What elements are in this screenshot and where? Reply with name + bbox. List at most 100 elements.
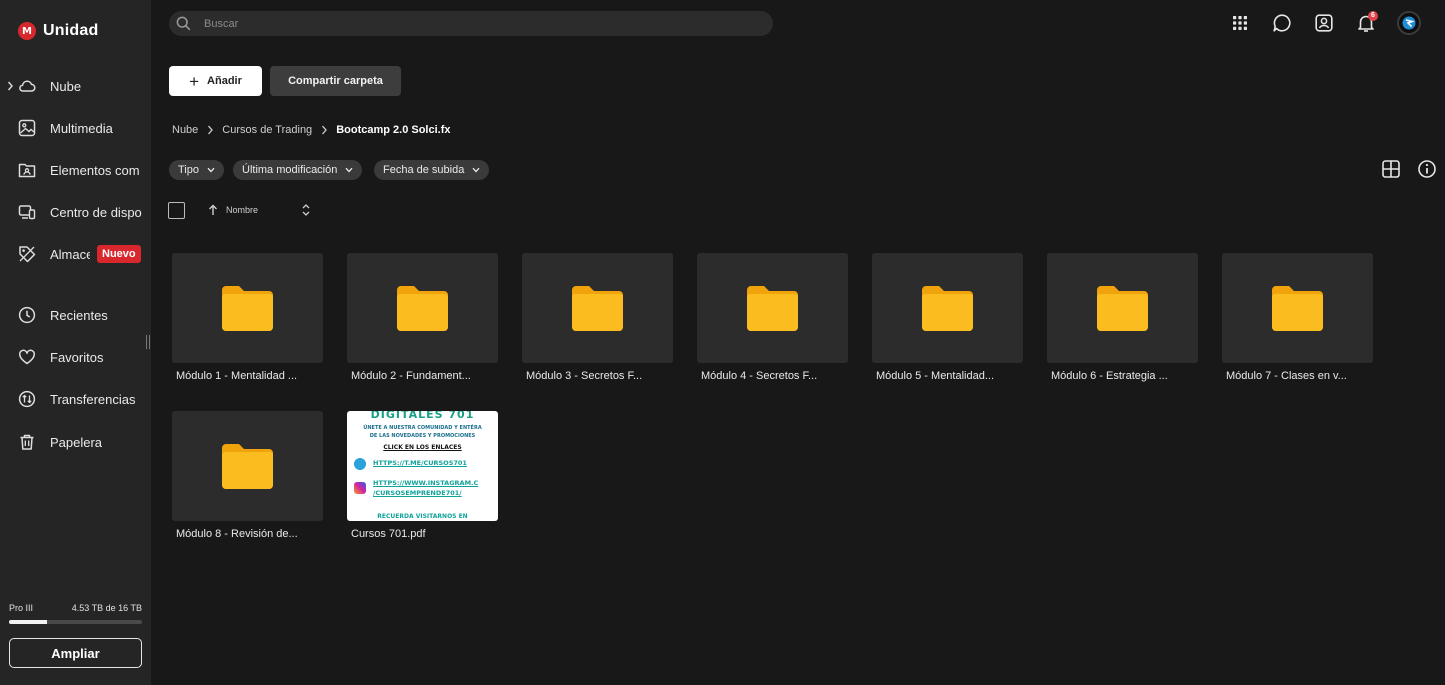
folder-item[interactable]: Módulo 8 - Revisión de...	[172, 411, 323, 540]
telegram-icon	[354, 458, 366, 470]
chevron-right-icon	[198, 124, 222, 136]
file-name: Módulo 8 - Revisión de...	[176, 528, 298, 540]
sidebar-resize-handle[interactable]	[145, 334, 151, 350]
folder-icon	[397, 286, 448, 331]
filter-label: Última modificación	[242, 164, 338, 176]
folder-item[interactable]: Módulo 3 - Secretos F...	[522, 253, 673, 382]
folder-item[interactable]: Módulo 5 - Mentalidad...	[872, 253, 1023, 382]
devices-icon	[18, 205, 36, 220]
pdf-preview-text: ÚNETE A NUESTRA COMUNIDAD Y ENTÉRA	[363, 425, 482, 431]
folder-icon	[572, 286, 623, 331]
file-name: Módulo 6 - Estrategia ...	[1051, 370, 1168, 382]
avatar-image-icon	[1402, 16, 1416, 30]
clock-icon	[18, 306, 36, 324]
breadcrumb-item-root[interactable]: Nube	[172, 124, 198, 136]
folder-item[interactable]: Módulo 4 - Secretos F...	[697, 253, 848, 382]
plus-icon: +	[189, 71, 200, 91]
search-icon	[176, 16, 191, 31]
chat-icon[interactable]	[1272, 13, 1292, 33]
breadcrumb: Nube Cursos de Trading Bootcamp 2.0 Solc…	[172, 124, 451, 136]
pdf-preview-text: DE LAS NOVEDADES Y PROMOCIONES	[369, 433, 476, 439]
info-icon[interactable]	[1417, 159, 1437, 179]
apps-grid-icon[interactable]	[1230, 13, 1250, 33]
sidebar-item-favorites[interactable]: Favoritos	[0, 340, 151, 374]
folder-icon	[922, 286, 973, 331]
filter-type[interactable]: Tipo	[169, 160, 224, 180]
file-name: Módulo 7 - Clases en v...	[1226, 370, 1347, 382]
folder-item[interactable]: Módulo 7 - Clases en v...	[1222, 253, 1373, 382]
heart-icon	[19, 349, 35, 365]
sidebar-item-storage-new[interactable]: Almace Nuevo	[0, 237, 151, 271]
sidebar-item-label: Almace	[50, 246, 90, 262]
filter-label: Tipo	[178, 164, 199, 176]
contacts-icon[interactable]	[1314, 13, 1334, 33]
logo[interactable]: M Unidad	[18, 22, 98, 40]
folder-thumbnail	[1047, 253, 1198, 363]
app-title: Unidad	[43, 22, 99, 39]
file-name: Módulo 3 - Secretos F...	[526, 370, 643, 382]
file-name: Módulo 2 - Fundament...	[351, 370, 471, 382]
filter-label: Fecha de subida	[383, 164, 465, 176]
sidebar-item-transfers[interactable]: Transferencias	[0, 382, 151, 416]
sidebar-item-multimedia[interactable]: Multimedia	[0, 111, 151, 145]
sidebar-item-label: Centro de dispo	[50, 204, 142, 220]
notification-badge: 6	[1368, 11, 1378, 21]
chevron-down-icon	[472, 167, 480, 173]
app-root: M Unidad Nube Multimedia Elementos com C…	[0, 0, 1445, 685]
file-name: Módulo 4 - Secretos F...	[701, 370, 818, 382]
sidebar-item-devices[interactable]: Centro de dispo	[0, 195, 151, 229]
cloud-icon	[19, 80, 36, 92]
filter-last-modified[interactable]: Última modificación	[233, 160, 363, 180]
folder-thumbnail	[697, 253, 848, 363]
sort-toggle-icon[interactable]	[300, 203, 312, 217]
folder-thumbnail	[872, 253, 1023, 363]
arrow-up-icon[interactable]	[208, 204, 218, 216]
file-name: Cursos 701.pdf	[351, 528, 426, 540]
mega-logo-icon: M	[18, 22, 36, 40]
folder-thumbnail	[1222, 253, 1373, 363]
file-name: Módulo 1 - Mentalidad ...	[176, 370, 298, 382]
breadcrumb-item-parent[interactable]: Cursos de Trading	[222, 124, 312, 136]
sidebar-item-nube[interactable]: Nube	[0, 69, 151, 103]
storage-usage: Pro III 4.53 TB de 16 TB	[9, 603, 142, 624]
sidebar-item-label: Transferencias	[50, 391, 136, 407]
sidebar-item-recent[interactable]: Recientes	[0, 298, 151, 332]
chevron-down-icon	[207, 167, 215, 173]
select-all-checkbox[interactable]	[168, 202, 185, 219]
pdf-preview-heading: DIGITALES 701	[370, 411, 475, 421]
folder-icon	[222, 286, 273, 331]
new-badge: Nuevo	[97, 245, 141, 263]
search-bar[interactable]	[169, 11, 773, 36]
sidebar-item-label: Papelera	[50, 434, 103, 450]
folder-item[interactable]: Módulo 6 - Estrategia ...	[1047, 253, 1198, 382]
filter-upload-date[interactable]: Fecha de subida	[374, 160, 490, 180]
avatar[interactable]	[1397, 11, 1421, 35]
storage-progress-fill	[9, 620, 47, 624]
sidebar-item-label: Multimedia	[50, 120, 113, 136]
sidebar-item-label: Favoritos	[50, 349, 104, 365]
sidebar-item-trash[interactable]: Papelera	[0, 425, 151, 459]
search-input[interactable]	[204, 15, 744, 32]
share-folder-button[interactable]: Compartir carpeta	[270, 66, 401, 96]
chevron-right-icon[interactable]	[7, 80, 14, 92]
folder-item[interactable]: Módulo 1 - Mentalidad ...	[172, 253, 323, 382]
folder-thumbnail	[347, 253, 498, 363]
folder-icon	[747, 286, 798, 331]
pdf-preview-link: HTTPS://T.ME/CURSOS701	[373, 459, 467, 467]
file-name: Módulo 5 - Mentalidad...	[876, 370, 995, 382]
folder-thumbnail	[172, 253, 323, 363]
folder-thumbnail	[522, 253, 673, 363]
grid-view-icon[interactable]	[1381, 159, 1401, 179]
sidebar-item-shared[interactable]: Elementos com	[0, 153, 151, 187]
transfer-icon	[18, 390, 36, 408]
folder-item[interactable]: Módulo 2 - Fundament...	[347, 253, 498, 382]
trash-icon	[20, 434, 34, 450]
storage-usage-text: 4.53 TB de 16 TB	[71, 603, 142, 613]
pdf-preview-link: HTTPS://WWW.INSTAGRAM.C	[373, 479, 479, 487]
add-button[interactable]: + Añadir	[169, 66, 262, 96]
upgrade-button[interactable]: Ampliar	[9, 638, 142, 668]
pdf-file-item[interactable]: DIGITALES 701 ÚNETE A NUESTRA COMUNIDAD …	[347, 411, 498, 540]
folder-icon	[1097, 286, 1148, 331]
sidebar-item-label: Elementos com	[50, 162, 140, 178]
sort-by-name[interactable]: Nombre	[226, 205, 258, 215]
